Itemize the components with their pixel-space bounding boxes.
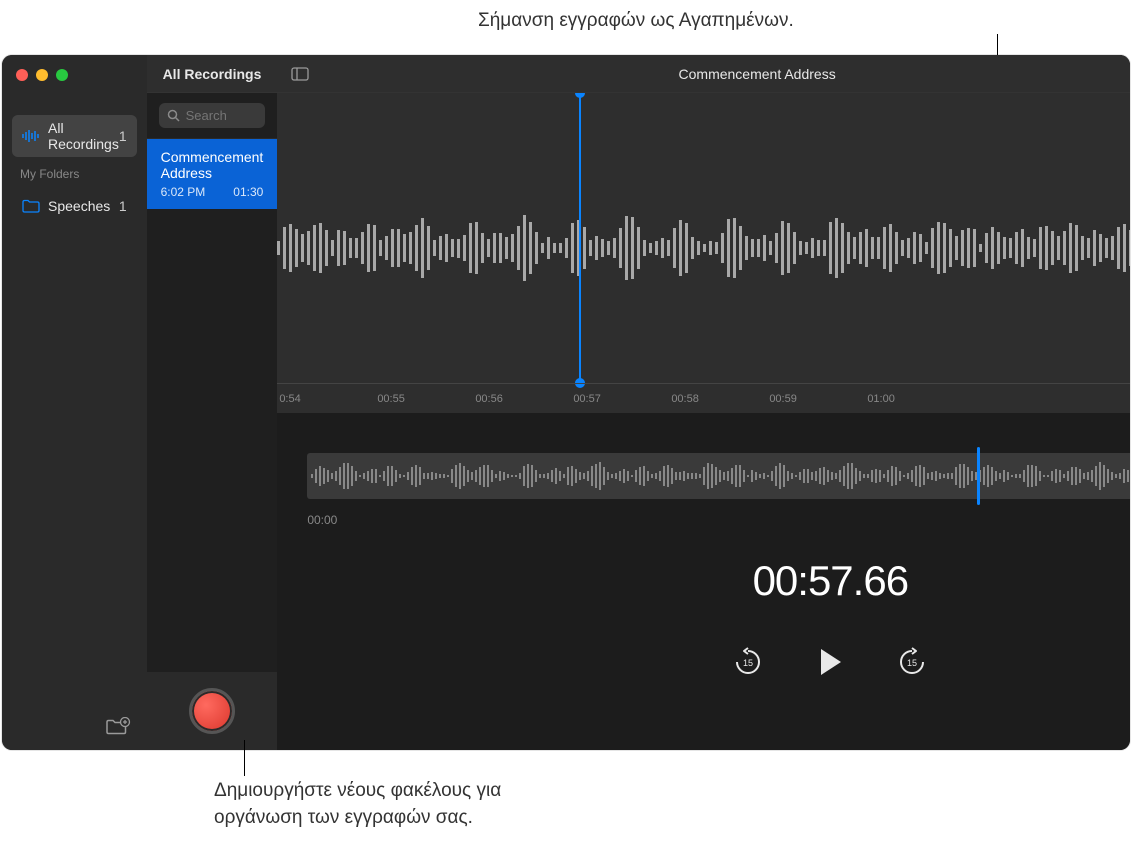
callout-line	[244, 740, 245, 776]
sidebar-item-all-recordings[interactable]: All Recordings 1	[12, 115, 137, 157]
sidebar-item-count: 1	[119, 198, 127, 214]
recording-duration: 01:30	[233, 185, 263, 199]
playhead[interactable]	[579, 93, 581, 383]
search-icon	[167, 109, 180, 122]
sidebar-item-speeches[interactable]: Speeches 1	[12, 193, 137, 219]
ruler-tick: 00:59	[769, 393, 797, 405]
sidebar-heading-myfolders: My Folders	[2, 157, 147, 185]
list-header: All Recordings	[147, 55, 278, 93]
toggle-sidebar-button[interactable]	[287, 62, 313, 86]
waveform-main[interactable]: 0:54 00:55 00:56 00:57 00:58 00:59 01:00	[277, 93, 1130, 413]
ruler-tick: 0:54	[279, 393, 300, 405]
svg-text:15: 15	[743, 658, 753, 668]
recording-title-header: Commencement Address	[319, 66, 1130, 82]
svg-text:15: 15	[907, 658, 917, 668]
minimize-window-button[interactable]	[36, 69, 48, 81]
play-button[interactable]	[813, 645, 847, 679]
search-input[interactable]	[186, 108, 258, 123]
ruler-tick: 00:56	[475, 393, 503, 405]
callout-new-folder: Δημιουργήστε νέους φακέλους για οργάνωση…	[214, 778, 501, 831]
recording-row[interactable]: Commencement Address 6:02 PM 01:30	[147, 139, 278, 209]
ruler-tick: 01:00	[867, 393, 895, 405]
record-button[interactable]	[189, 688, 235, 734]
toolbar: Commencement Address Edit	[277, 55, 1130, 93]
sidebar-item-count: 1	[119, 128, 127, 144]
time-ruler: 0:54 00:55 00:56 00:57 00:58 00:59 01:00	[277, 383, 1130, 413]
waveform-overview[interactable]	[307, 453, 1130, 499]
waveform-icon	[22, 129, 40, 143]
skip-back-15-button[interactable]: 15	[733, 647, 763, 677]
sidebar-item-label: All Recordings	[48, 120, 119, 152]
zoom-window-button[interactable]	[56, 69, 68, 81]
current-time-display: 00:57.66	[277, 557, 1130, 605]
close-window-button[interactable]	[16, 69, 28, 81]
overview-playhead[interactable]	[977, 447, 980, 505]
folder-icon	[22, 199, 40, 213]
callout-favorite: Σήμανση εγγραφών ως Αγαπημένων.	[478, 8, 794, 35]
ruler-tick: 00:57	[573, 393, 601, 405]
recordings-list-pane: All Recordings Commencement Address 6:02…	[147, 55, 278, 750]
detail-pane: Commencement Address Edit 0:54 00:55 00:56…	[277, 55, 1130, 750]
sidebar: All Recordings 1 My Folders Speeches 1	[2, 55, 147, 750]
ruler-tick: 00:55	[377, 393, 405, 405]
transport-controls: 15 15	[277, 645, 1130, 679]
window-controls	[2, 55, 147, 93]
app-window: All Recordings 1 My Folders Speeches 1 A…	[2, 55, 1130, 750]
search-box[interactable]	[159, 103, 266, 128]
new-folder-button[interactable]	[105, 716, 131, 738]
skip-forward-15-button[interactable]: 15	[897, 647, 927, 677]
sidebar-item-label: Speeches	[48, 198, 119, 214]
recording-time: 6:02 PM	[161, 185, 206, 199]
overview-start-time: 00:00	[307, 513, 337, 527]
recording-title: Commencement Address	[161, 149, 264, 181]
record-bar	[147, 672, 278, 750]
ruler-tick: 00:58	[671, 393, 699, 405]
